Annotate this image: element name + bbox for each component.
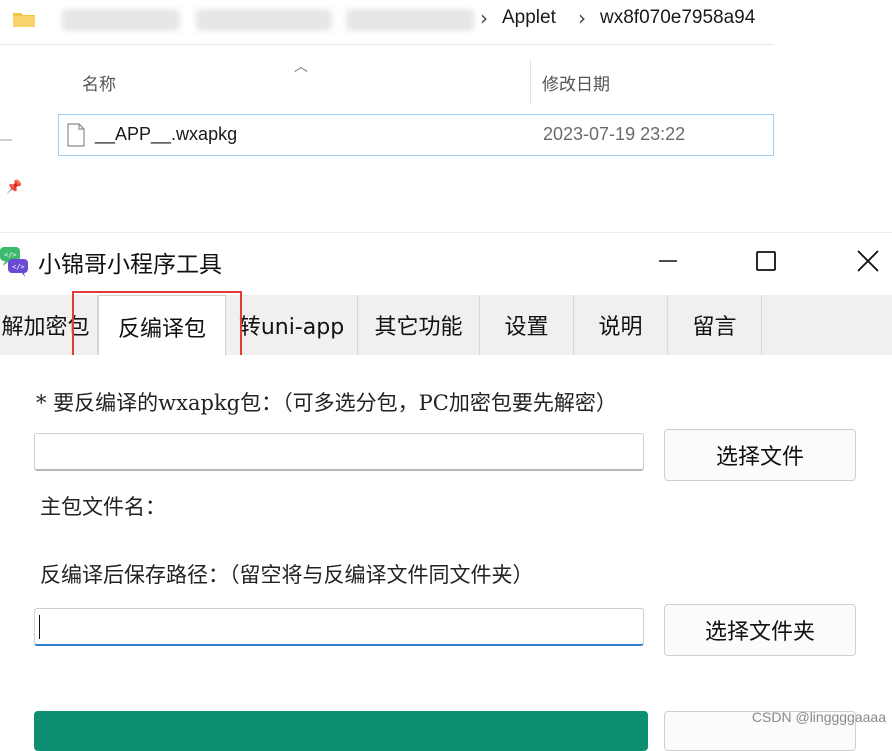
file-icon <box>67 123 85 147</box>
breadcrumb-folder[interactable]: wx8f070e7958a94 <box>600 7 755 29</box>
close-button[interactable] <box>846 241 890 281</box>
tab-other-functions[interactable]: 其它功能 <box>358 295 480 355</box>
breadcrumb-applet[interactable]: Applet <box>502 7 556 29</box>
file-row[interactable]: __APP__.wxapkg 2023-07-19 23:22 <box>58 114 774 156</box>
svg-text:</>: </> <box>12 263 25 271</box>
address-bar-divider <box>0 44 774 45</box>
app-title: 小锦哥小程序工具 <box>38 252 222 278</box>
breadcrumb-blurred-segment[interactable] <box>346 9 474 31</box>
column-divider[interactable] <box>530 60 531 104</box>
save-path-label: 反编译后保存路径：（留空将与反编译文件同文件夹） <box>40 563 534 587</box>
pin-icon[interactable]: 📌 <box>6 180 22 195</box>
main-package-label: 主包文件名： <box>40 495 166 519</box>
sort-ascending-icon: ︿ <box>294 59 308 75</box>
breadcrumb-blurred-segment[interactable] <box>62 9 180 31</box>
close-icon <box>857 250 879 272</box>
breadcrumb-separator-icon: › <box>480 6 488 30</box>
column-header-name[interactable]: 名称 <box>82 70 116 95</box>
maximize-button[interactable] <box>744 241 788 281</box>
breadcrumb-blurred-segment[interactable] <box>196 9 332 31</box>
minimize-icon <box>659 260 677 262</box>
tab-decompile[interactable]: 反编译包 <box>98 295 226 357</box>
tab-bar: 解加密包 反编译包 转uni-app 其它功能 设置 说明 留言 <box>0 295 892 357</box>
choose-file-button[interactable]: 选择文件 <box>664 429 856 481</box>
nav-pane-edge <box>0 139 12 141</box>
title-bar: </> </> 小锦哥小程序工具 <box>0 233 892 291</box>
package-label: * 要反编译的wxapkg包：（可多选分包，PC加密包要先解密） <box>36 391 617 415</box>
column-header-modified[interactable]: 修改日期 <box>542 70 610 95</box>
save-path-input[interactable] <box>34 608 644 646</box>
minimize-button[interactable] <box>646 241 690 281</box>
text-caret <box>39 615 40 639</box>
start-decompile-button[interactable] <box>34 711 648 751</box>
maximize-icon <box>756 251 776 271</box>
tab-settings[interactable]: 设置 <box>480 295 574 355</box>
tab-decrypt[interactable]: 解加密包 <box>0 295 98 355</box>
folder-icon <box>13 13 35 27</box>
file-name: __APP__.wxapkg <box>95 124 238 144</box>
file-modified-date: 2023-07-19 23:22 <box>543 124 686 144</box>
choose-folder-button[interactable]: 选择文件夹 <box>664 604 856 656</box>
tab-messages[interactable]: 留言 <box>668 295 762 355</box>
decompile-panel: * 要反编译的wxapkg包：（可多选分包，PC加密包要先解密） 选择文件 主包… <box>0 355 892 751</box>
breadcrumb-separator-icon: › <box>578 6 586 30</box>
tab-uni-app[interactable]: 转uni-app <box>226 295 358 355</box>
file-list-header: ︿ 名称 修改日期 <box>58 59 774 104</box>
package-path-input[interactable] <box>34 433 644 471</box>
file-explorer: › Applet › wx8f070e7958a94 ︿ 名称 修改日期 __A… <box>0 0 892 232</box>
csdn-watermark: CSDN @linggggaaaa <box>751 709 886 725</box>
app-logo-icon: </> </> <box>0 247 28 277</box>
app-window: </> </> 小锦哥小程序工具 解加密包 反编译包 转uni-app 其它功能… <box>0 232 892 751</box>
tab-instructions[interactable]: 说明 <box>574 295 668 355</box>
svg-text:</>: </> <box>4 251 17 259</box>
